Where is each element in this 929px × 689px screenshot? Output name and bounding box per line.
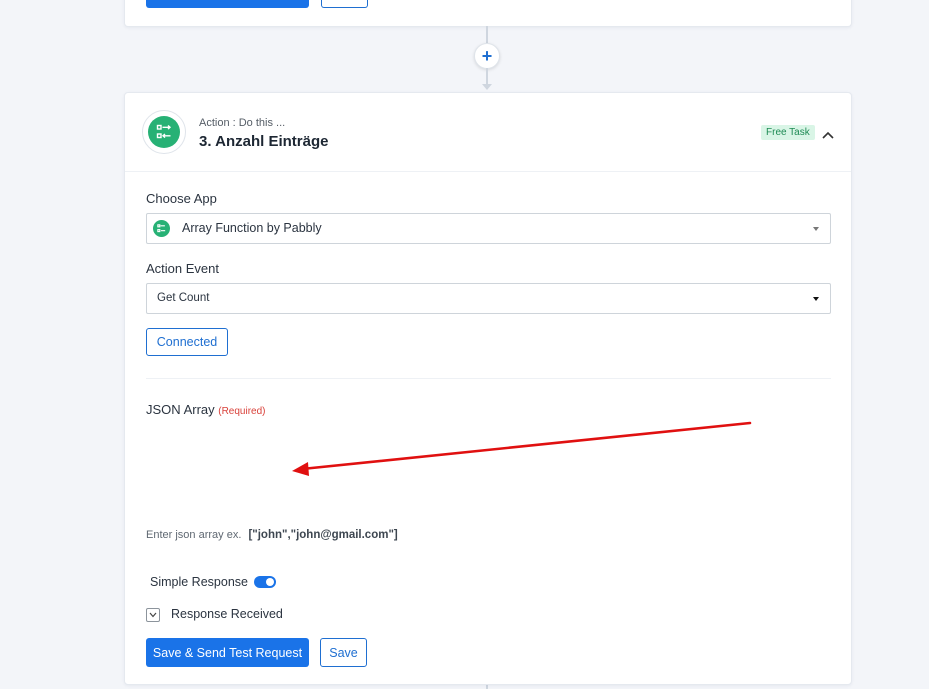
choose-app-select[interactable]: Array Function by Pabbly — [146, 213, 831, 244]
add-step-button[interactable]: + — [474, 43, 500, 69]
previous-save-button[interactable] — [321, 0, 368, 8]
chevron-down-icon — [149, 612, 157, 618]
required-marker: (Required) — [218, 406, 266, 417]
connector-line — [486, 26, 488, 43]
choose-app-value: Array Function by Pabbly — [182, 221, 322, 235]
step-title: 3. Anzahl Einträge — [199, 133, 329, 150]
json-array-label-text: JSON Array — [146, 402, 215, 417]
json-array-help: Enter json array ex. ["john","john@gmail… — [146, 529, 398, 541]
collapse-chevron-icon[interactable] — [822, 126, 834, 144]
json-array-label: JSON Array (Required) — [146, 402, 266, 417]
action-step-card: Action : Do this ... 3. Anzahl Einträge … — [124, 92, 852, 685]
save-send-test-button[interactable]: Save & Send Test Request — [146, 638, 309, 667]
section-divider — [146, 378, 831, 379]
response-received-checkbox[interactable] — [146, 608, 160, 622]
help-example: ["john","john@gmail.com"] — [248, 529, 398, 541]
simple-response-label: Simple Response — [150, 575, 248, 589]
dropdown-caret-icon — [813, 297, 819, 301]
previous-step-card — [124, 0, 852, 27]
previous-save-send-button[interactable] — [146, 0, 309, 8]
save-button[interactable]: Save — [320, 638, 367, 667]
action-event-select[interactable]: Get Count — [146, 283, 831, 314]
choose-app-label: Choose App — [146, 191, 217, 206]
response-received-label: Response Received — [171, 607, 283, 621]
help-text: Enter json array ex. — [146, 529, 242, 541]
free-task-badge: Free Task — [761, 125, 815, 140]
action-event-value: Get Count — [157, 292, 210, 304]
simple-response-toggle[interactable] — [254, 576, 276, 588]
step-subtitle: Action : Do this ... — [199, 117, 286, 129]
connector-line — [486, 68, 488, 84]
plus-icon: + — [481, 46, 493, 66]
dropdown-caret-icon — [813, 227, 819, 231]
step-header[interactable]: Action : Do this ... 3. Anzahl Einträge … — [125, 93, 851, 172]
app-icon-ring — [142, 110, 186, 154]
array-function-icon — [148, 116, 180, 148]
connected-button[interactable]: Connected — [146, 328, 228, 356]
action-event-label: Action Event — [146, 261, 219, 276]
connector-arrow-icon — [482, 84, 492, 90]
array-function-icon — [153, 220, 170, 237]
